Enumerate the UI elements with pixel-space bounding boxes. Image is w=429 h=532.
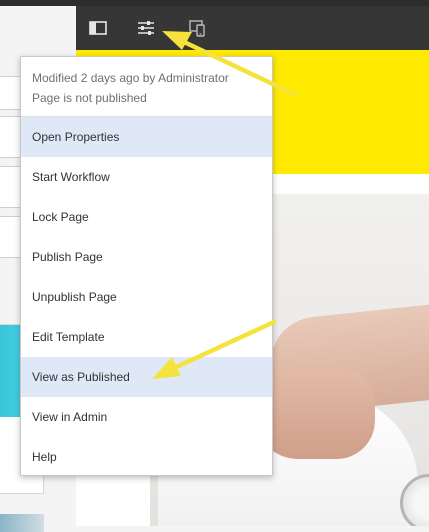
menu-item-edit-template[interactable]: Edit Template [21, 317, 272, 357]
menu-item-view-as-published[interactable]: View as Published [21, 357, 272, 397]
editor-toolbar [76, 6, 429, 50]
toggle-side-panel-button[interactable] [78, 6, 118, 50]
emulator-button[interactable] [177, 6, 217, 50]
page-properties-sliders-icon [138, 21, 154, 35]
menu-item-publish-page[interactable]: Publish Page [21, 237, 272, 277]
image-hand [255, 369, 375, 459]
menu-item-view-in-admin[interactable]: View in Admin [21, 397, 272, 437]
emulator-device-icon [189, 20, 205, 37]
page-status-header: Modified 2 days ago by Administrator Pag… [21, 57, 272, 117]
page-information-button[interactable] [126, 6, 166, 50]
menu-item-help[interactable]: Help [21, 437, 272, 477]
menu-item-unpublish-page[interactable]: Unpublish Page [21, 277, 272, 317]
modified-text: Modified 2 days ago by Administrator [32, 71, 229, 85]
menu-item-open-properties[interactable]: Open Properties [21, 117, 272, 157]
menu-item-start-workflow[interactable]: Start Workflow [21, 157, 272, 197]
menu-item-lock-page[interactable]: Lock Page [21, 197, 272, 237]
side-panel-icon [89, 21, 107, 35]
tile-thumbnail [0, 514, 44, 532]
page-information-menu: Modified 2 days ago by Administrator Pag… [20, 56, 273, 476]
publish-status-text: Page is not published [32, 91, 147, 105]
